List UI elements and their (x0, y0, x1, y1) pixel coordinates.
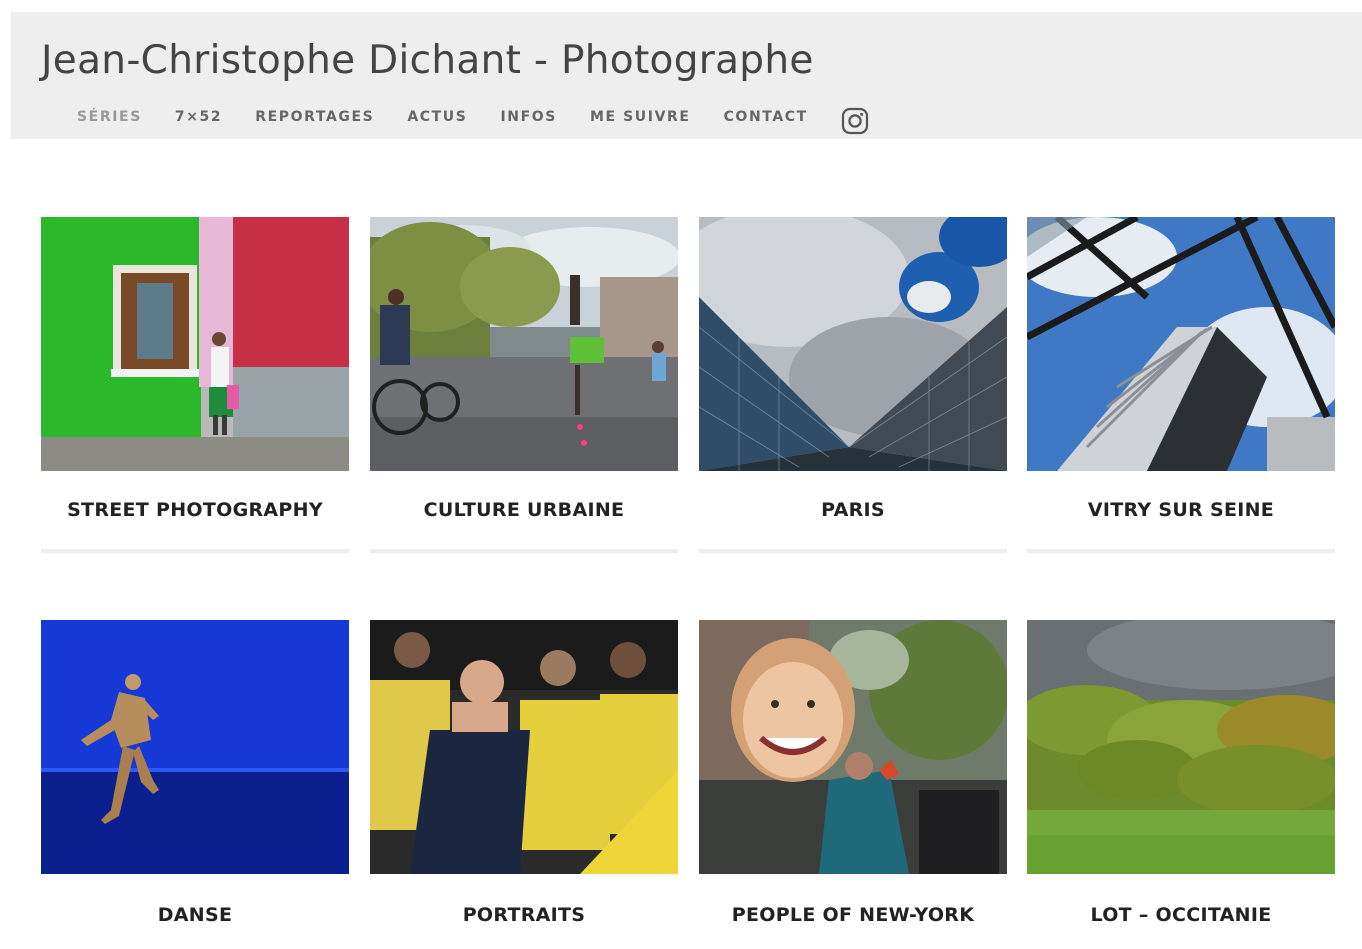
instagram-icon[interactable] (841, 107, 869, 135)
card-divider (1027, 549, 1335, 553)
gallery-card-vitry-sur-seine[interactable]: VITRY SUR SEINE (1027, 217, 1335, 557)
nav-item-reportages[interactable]: REPORTAGES (255, 109, 374, 125)
site-header: Jean-Christophe Dichant - Photographe SÉ… (11, 12, 1362, 139)
gallery-card-title[interactable]: STREET PHOTOGRAPHY (41, 499, 349, 521)
gallery-card-culture-urbaine[interactable]: CULTURE URBAINE (370, 217, 678, 557)
gallery-card-title[interactable]: PEOPLE OF NEW-YORK (699, 904, 1007, 926)
gallery-card-portraits[interactable]: PORTRAITS (370, 620, 678, 945)
gallery-thumbnail[interactable] (1027, 217, 1335, 471)
card-divider (699, 549, 1007, 553)
gallery-card-lot-occitanie[interactable]: LOT – OCCITANIE (1027, 620, 1335, 945)
main-nav: SÉRIES 7×52 REPORTAGES ACTUS INFOS ME SU… (77, 102, 869, 135)
gallery-thumbnail[interactable] (370, 217, 678, 471)
site-title[interactable]: Jean-Christophe Dichant - Photographe (41, 38, 814, 85)
nav-item-me-suivre[interactable]: ME SUIVRE (590, 109, 691, 125)
nav-item-7x52[interactable]: 7×52 (175, 109, 222, 125)
nav-item-infos[interactable]: INFOS (500, 109, 556, 125)
gallery-thumbnail[interactable] (699, 217, 1007, 471)
gallery-card-title[interactable]: CULTURE URBAINE (370, 499, 678, 521)
card-divider (41, 549, 349, 553)
gallery-thumbnail[interactable] (41, 217, 349, 471)
gallery-thumbnail[interactable] (370, 620, 678, 874)
gallery-card-street-photography[interactable]: STREET PHOTOGRAPHY (41, 217, 349, 557)
gallery-card-title[interactable]: VITRY SUR SEINE (1027, 499, 1335, 521)
gallery-thumbnail[interactable] (699, 620, 1007, 874)
gallery-card-title[interactable]: LOT – OCCITANIE (1027, 904, 1335, 926)
gallery-thumbnail[interactable] (41, 620, 349, 874)
gallery-card-danse[interactable]: DANSE (41, 620, 349, 945)
gallery-card-title[interactable]: DANSE (41, 904, 349, 926)
gallery-card-title[interactable]: PORTRAITS (370, 904, 678, 926)
gallery-card-paris[interactable]: PARIS (699, 217, 1007, 557)
nav-item-contact[interactable]: CONTACT (724, 109, 808, 125)
nav-item-series[interactable]: SÉRIES (77, 109, 142, 125)
card-divider (370, 549, 678, 553)
nav-item-actus[interactable]: ACTUS (407, 109, 467, 125)
gallery-card-title[interactable]: PARIS (699, 499, 1007, 521)
gallery-thumbnail[interactable] (1027, 620, 1335, 874)
gallery-card-people-of-new-york[interactable]: PEOPLE OF NEW-YORK (699, 620, 1007, 945)
